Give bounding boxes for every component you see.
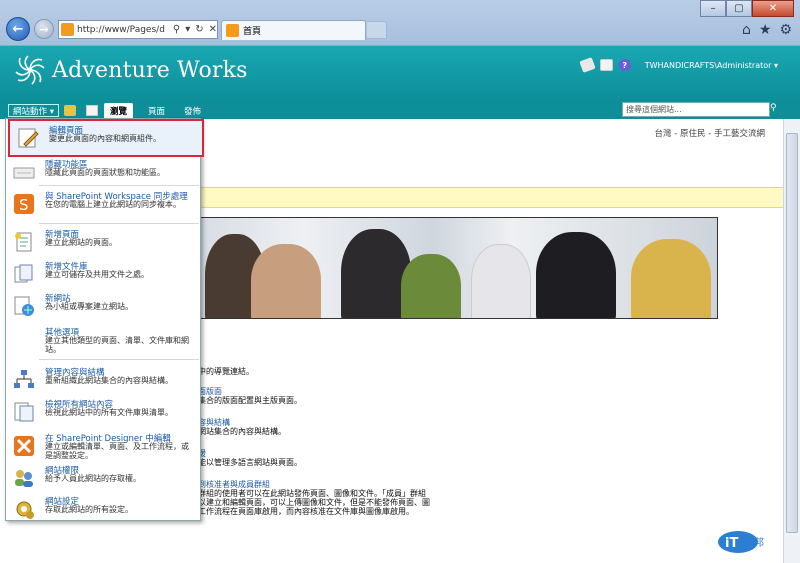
menu-item-desc: 重新組織此網站集合的內容與結構。 bbox=[45, 376, 173, 385]
status-bar bbox=[200, 187, 783, 208]
designer-icon bbox=[14, 436, 34, 456]
site-logo[interactable]: Adventure Works bbox=[14, 54, 248, 86]
scroll-thumb[interactable] bbox=[786, 133, 798, 533]
svg-text:邦: 邦 bbox=[754, 536, 764, 549]
breadcrumb[interactable]: 台灣 - 原住民 - 手工藝交流網 bbox=[655, 127, 765, 139]
site-header: Adventure Works ? TWHANDICRAFTS\Administ… bbox=[0, 46, 800, 101]
site-actions-button[interactable]: 網站動作 ▾ bbox=[8, 104, 59, 117]
favorites-star-icon[interactable]: ★ bbox=[759, 22, 772, 38]
menu-item-desc: 建立可儲存及共用文件之處。 bbox=[45, 270, 149, 279]
banner-image bbox=[200, 217, 718, 319]
workspace-icon: S bbox=[14, 194, 34, 214]
body-line: 中的導覽連結。 bbox=[198, 367, 254, 376]
brand-name: Adventure Works bbox=[52, 57, 248, 83]
forward-button[interactable]: → bbox=[34, 19, 54, 39]
menu-item-new-site[interactable]: 新網站 為小組或專案建立網站。 bbox=[6, 289, 200, 327]
menu-item-site-settings[interactable]: 網站設定 存取此網站的所有設定。 bbox=[6, 492, 200, 530]
menu-item-view-content[interactable]: 檢視所有網站內容 檢視此網站中的所有文件庫與清單。 bbox=[6, 395, 200, 433]
ithome-watermark-logo: iT 邦 bbox=[718, 531, 764, 553]
tab-favicon-icon bbox=[226, 24, 239, 37]
site-actions-menu: 編輯頁面 變更此頁面的內容和網頁組件。 隱藏功能區 隱藏此頁面的頁面狀態和功能區… bbox=[5, 118, 204, 521]
browser-tab[interactable]: 首頁 bbox=[221, 20, 366, 40]
edit-page-icon bbox=[18, 128, 39, 148]
pinwheel-logo-icon bbox=[15, 55, 45, 85]
stop-icon[interactable]: ✕ bbox=[209, 24, 217, 35]
menu-divider bbox=[39, 223, 199, 224]
compat-dropdown-icon[interactable]: ▾ bbox=[185, 24, 190, 35]
site-favicon-icon bbox=[61, 23, 74, 36]
menu-item-desc: 檢視此網站中的所有文件庫與清單。 bbox=[45, 408, 173, 417]
svg-text:S: S bbox=[19, 196, 29, 214]
tab-title: 首頁 bbox=[243, 27, 262, 37]
body-line: 工作流程在頁面庫啟用，而內容核准在文件庫與圖像庫啟用。 bbox=[198, 507, 414, 516]
navigate-up-icon[interactable] bbox=[64, 105, 76, 116]
search-input[interactable]: 搜尋這個網站... bbox=[622, 102, 770, 117]
address-url[interactable]: http://www/Pages/d bbox=[77, 25, 169, 35]
tab-publish[interactable]: 發佈 bbox=[180, 103, 205, 119]
browser-chrome: – ▢ ✕ ← → http://www/Pages/d ⚲ ▾ ↻ ✕ 首頁 … bbox=[0, 0, 800, 46]
menu-divider bbox=[39, 359, 199, 360]
svg-text:iT: iT bbox=[725, 536, 738, 551]
menu-item-desc: 給予人員此網站的存取權。 bbox=[45, 474, 141, 483]
minimize-icon[interactable]: – bbox=[700, 0, 726, 17]
menu-item-desc: 為小組或專案建立網站。 bbox=[45, 302, 133, 311]
user-menu[interactable]: TWHANDICRAFTS\Administrator ▾ bbox=[645, 61, 778, 70]
back-button[interactable]: ← bbox=[6, 17, 30, 41]
menu-item-desc: 變更此頁面的內容和網頁組件。 bbox=[49, 134, 161, 143]
new-library-icon bbox=[14, 264, 33, 283]
browser-toolbar: ⌂ ★ ⚙ bbox=[742, 22, 792, 38]
new-page-icon bbox=[15, 232, 32, 252]
menu-item-edit-page[interactable]: 編輯頁面 變更此頁面的內容和網頁組件。 bbox=[8, 119, 204, 157]
body-line: 集合的版面配置與主版頁面。 bbox=[198, 396, 302, 405]
menu-item-desc: 存取此網站的所有設定。 bbox=[45, 505, 133, 514]
vertical-scrollbar[interactable] bbox=[783, 119, 800, 563]
body-line: 能以管理多語言網站與頁面。 bbox=[198, 458, 302, 467]
search-icon[interactable]: ⚲ bbox=[173, 24, 180, 35]
home-icon[interactable]: ⌂ bbox=[742, 22, 751, 38]
menu-item-desc: 建立或編輯清單、頁面、及工作流程，或是調整設定。 bbox=[45, 442, 189, 460]
menu-item-desc: 建立此網站的頁面。 bbox=[45, 238, 117, 247]
new-site-icon bbox=[14, 296, 34, 316]
hide-ribbon-icon bbox=[13, 167, 35, 179]
manage-content-icon bbox=[14, 370, 34, 388]
menu-item-desc: 在您的電腦上建立此網站的同步複本。 bbox=[45, 200, 181, 209]
close-icon[interactable]: ✕ bbox=[752, 0, 794, 17]
menu-item-desc: 建立其他類型的頁面、清單、文件庫和網站。 bbox=[45, 336, 189, 354]
menu-divider bbox=[39, 185, 199, 186]
tags-notes-icon[interactable] bbox=[579, 57, 596, 73]
help-icon[interactable]: ? bbox=[618, 59, 631, 71]
more-options-icon bbox=[12, 328, 36, 352]
menu-item-desc: 隱藏此頁面的頁面狀態和功能區。 bbox=[45, 168, 165, 177]
window-controls: – ▢ ✕ bbox=[700, 0, 794, 17]
edit-icon[interactable] bbox=[86, 105, 98, 116]
body-line: 網站集合的內容與結構。 bbox=[198, 427, 286, 436]
settings-gear-icon bbox=[16, 501, 34, 519]
view-content-icon bbox=[14, 402, 34, 422]
maximize-icon[interactable]: ▢ bbox=[726, 0, 752, 17]
tab-browse[interactable]: 瀏覽 bbox=[104, 103, 134, 119]
permissions-icon bbox=[15, 470, 33, 487]
search-button-icon[interactable]: ⚲ bbox=[770, 103, 782, 116]
refresh-icon[interactable]: ↻ bbox=[195, 24, 203, 35]
new-tab-button[interactable] bbox=[367, 21, 387, 39]
address-bar[interactable]: http://www/Pages/d ⚲ ▾ ↻ ✕ bbox=[58, 20, 218, 39]
menu-item-more-options[interactable]: 其他選項 建立其他類型的頁面、清單、文件庫和網站。 bbox=[6, 323, 200, 361]
tools-gear-icon[interactable]: ⚙ bbox=[779, 22, 792, 38]
tab-page[interactable]: 頁面 bbox=[144, 103, 169, 119]
share-icon[interactable] bbox=[599, 59, 613, 71]
